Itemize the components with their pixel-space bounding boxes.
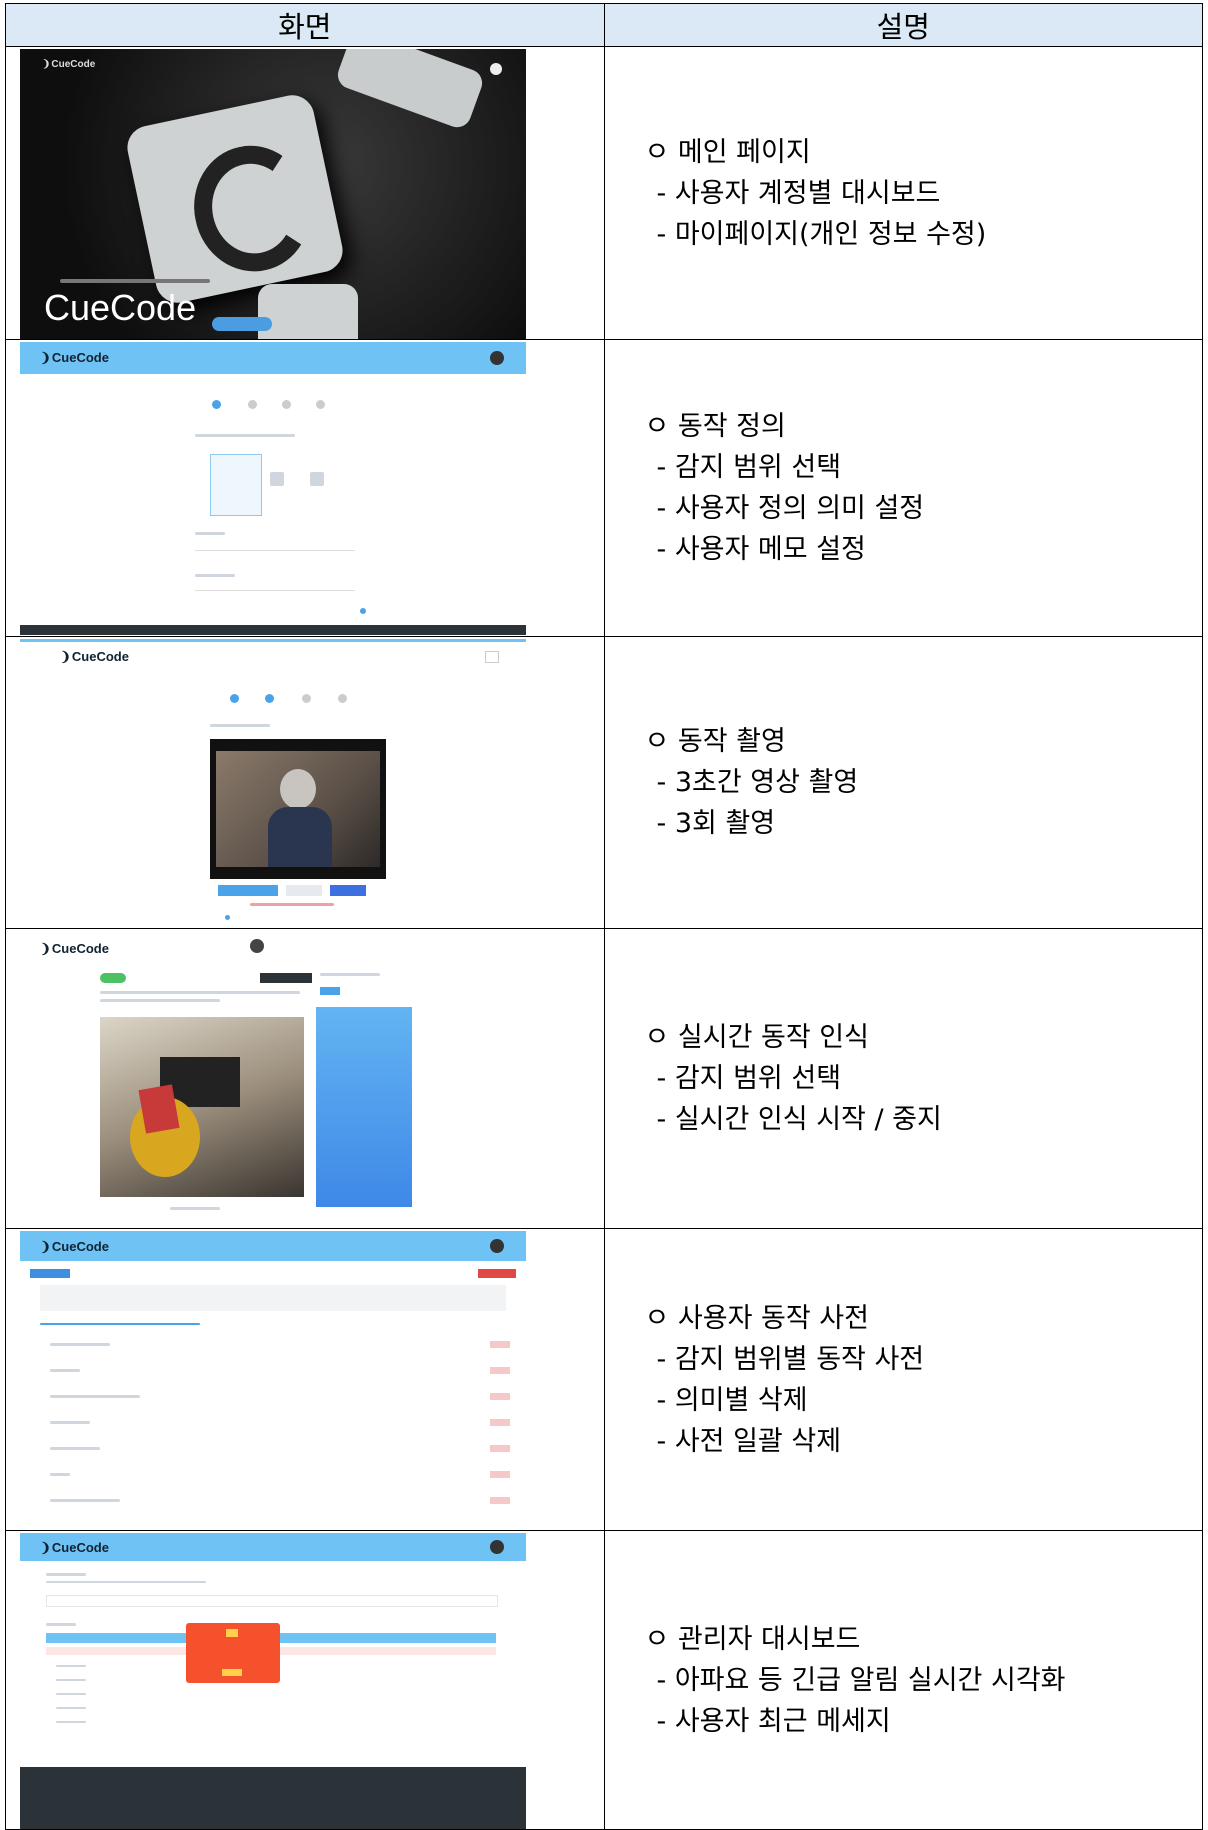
feature-item: - 감지 범위 선택	[656, 1063, 842, 1094]
description-cell: ㅇ 사용자 동작 사전 - 감지 범위별 동작 사전 - 의미별 삭제 - 사전…	[603, 1228, 1203, 1531]
screenshot-cell: CueCode	[5, 636, 605, 929]
screenshot-cell: CueCode	[5, 928, 605, 1229]
step-indicator	[212, 400, 221, 409]
table-row: CueCode ㅇ 사용자 동작 사전 - 감지 범위별 동작	[5, 1228, 1203, 1531]
description-cell: ㅇ 동작 촬영 - 3초간 영상 촬영 - 3회 촬영	[603, 636, 1203, 929]
recognition-result-panel	[316, 1007, 412, 1207]
description-cell: ㅇ 동작 정의 - 감지 범위 선택 - 사용자 정의 의미 설정 - 사용자 …	[603, 339, 1203, 637]
range-tab[interactable]	[320, 987, 340, 995]
feature-item: - 사용자 최근 메세지	[656, 1705, 891, 1737]
action-definition-screenshot: CueCode	[20, 342, 526, 635]
table-row: CueCode ㅇ 실시간 동작 인식 - 감지 범위 선택 -	[5, 928, 1203, 1229]
main-page-screenshot: CueCode CueCode	[20, 49, 526, 339]
recognition-toggle[interactable]	[100, 973, 126, 983]
header-screen: 화면	[5, 3, 605, 47]
feature-item: - 사용자 메모 설정	[656, 534, 866, 565]
feature-title: ㅇ 관리자 대시보드	[644, 1623, 861, 1655]
cuecode-logo: CueCode	[60, 649, 129, 665]
feature-title: ㅇ 동작 촬영	[644, 726, 786, 757]
action-dictionary-screenshot: CueCode	[20, 1231, 526, 1529]
description-cell: ㅇ 메인 페이지 - 사용자 계정별 대시보드 - 마이페이지(개인 정보 수정…	[603, 46, 1203, 340]
screenshot-cell: CueCode	[5, 1530, 605, 1830]
start-button[interactable]	[212, 317, 272, 331]
feature-title: ㅇ 사용자 동작 사전	[644, 1302, 869, 1334]
screenshot-cell: CueCode	[5, 1228, 605, 1531]
profile-icon[interactable]	[490, 1540, 504, 1554]
table-header-row: 화면 설명	[5, 3, 1203, 47]
settings-icon[interactable]	[250, 939, 264, 953]
search-input[interactable]	[46, 1595, 498, 1607]
hero-title: CueCode	[44, 287, 197, 328]
dice-d-image	[258, 284, 358, 339]
feature-item: - 사용자 계정별 대시보드	[656, 177, 941, 209]
feature-item: - 의미별 삭제	[656, 1384, 808, 1416]
app-footer	[20, 625, 526, 635]
feature-item: - 감지 범위 선택	[656, 452, 842, 483]
profile-icon[interactable]	[490, 351, 504, 365]
retake-button[interactable]	[286, 885, 322, 896]
profile-icon[interactable]	[490, 63, 502, 75]
range-option[interactable]	[210, 454, 262, 516]
camera-preview	[210, 739, 386, 879]
realtime-recognition-screenshot: CueCode	[20, 931, 526, 1227]
camera-preview	[100, 1017, 304, 1197]
table-row: CueCode ㅇ 동작 촬영 - 3초간	[5, 636, 1203, 929]
table-row: CueCode ㅇ 동작 정의 - 감지 범위 선택 - 사	[5, 339, 1203, 637]
next-button[interactable]	[330, 885, 366, 896]
feature-table: 화면 설명 CueCode CueCode ㅇ 메인 페이지 - 사용자 계정별…	[5, 3, 1203, 1830]
feature-title: ㅇ 동작 정의	[644, 411, 786, 442]
cuecode-logo: CueCode	[40, 941, 109, 957]
alert-confirm-button[interactable]	[222, 1669, 242, 1676]
table-row: CueCode	[5, 1530, 1203, 1830]
cuecode-logo: CueCode	[40, 350, 109, 366]
header-description: 설명	[603, 3, 1203, 47]
feature-item: - 3초간 영상 촬영	[656, 767, 859, 798]
screenshot-cell: CueCode CueCode	[5, 46, 605, 340]
next-button[interactable]	[360, 608, 366, 614]
admin-dashboard-screenshot: CueCode	[20, 1533, 526, 1829]
feature-title: ㅇ 메인 페이지	[644, 136, 811, 168]
feature-item: - 감지 범위별 동작 사전	[656, 1343, 925, 1375]
feature-title: ㅇ 실시간 동작 인식	[644, 1022, 869, 1053]
app-footer	[20, 1767, 526, 1829]
emergency-alert	[186, 1623, 280, 1683]
dice-c-image	[123, 91, 347, 307]
camera-select-button[interactable]	[260, 973, 312, 983]
feature-item: - 실시간 인식 시작 / 중지	[656, 1104, 942, 1135]
delete-all-button[interactable]	[478, 1269, 516, 1278]
action-recording-screenshot: CueCode	[20, 639, 526, 927]
feature-item: - 아파요 등 긴급 알림 실시간 시각화	[656, 1664, 1066, 1696]
back-button[interactable]	[30, 1269, 70, 1278]
record-button[interactable]	[218, 885, 278, 896]
table-row: CueCode CueCode ㅇ 메인 페이지 - 사용자 계정별 대시보드 …	[5, 46, 1203, 340]
menu-icon[interactable]	[485, 651, 499, 663]
screenshot-cell: CueCode	[5, 339, 605, 637]
profile-icon[interactable]	[490, 1239, 504, 1253]
feature-item: - 사용자 정의 의미 설정	[656, 493, 925, 524]
description-cell: ㅇ 실시간 동작 인식 - 감지 범위 선택 - 실시간 인식 시작 / 중지	[603, 928, 1203, 1229]
feature-item: - 마이페이지(개인 정보 수정)	[656, 218, 987, 250]
description-cell: ㅇ 관리자 대시보드 - 아파요 등 긴급 알림 실시간 시각화 - 사용자 최…	[603, 1530, 1203, 1830]
cuecode-logo: CueCode	[40, 1239, 109, 1255]
feature-item: - 3회 촬영	[656, 808, 776, 839]
feature-item: - 사전 일괄 삭제	[656, 1425, 842, 1457]
step-indicator	[230, 694, 239, 703]
dice-image	[333, 49, 487, 132]
cuecode-logo: CueCode	[42, 59, 95, 70]
cuecode-logo: CueCode	[40, 1540, 109, 1556]
